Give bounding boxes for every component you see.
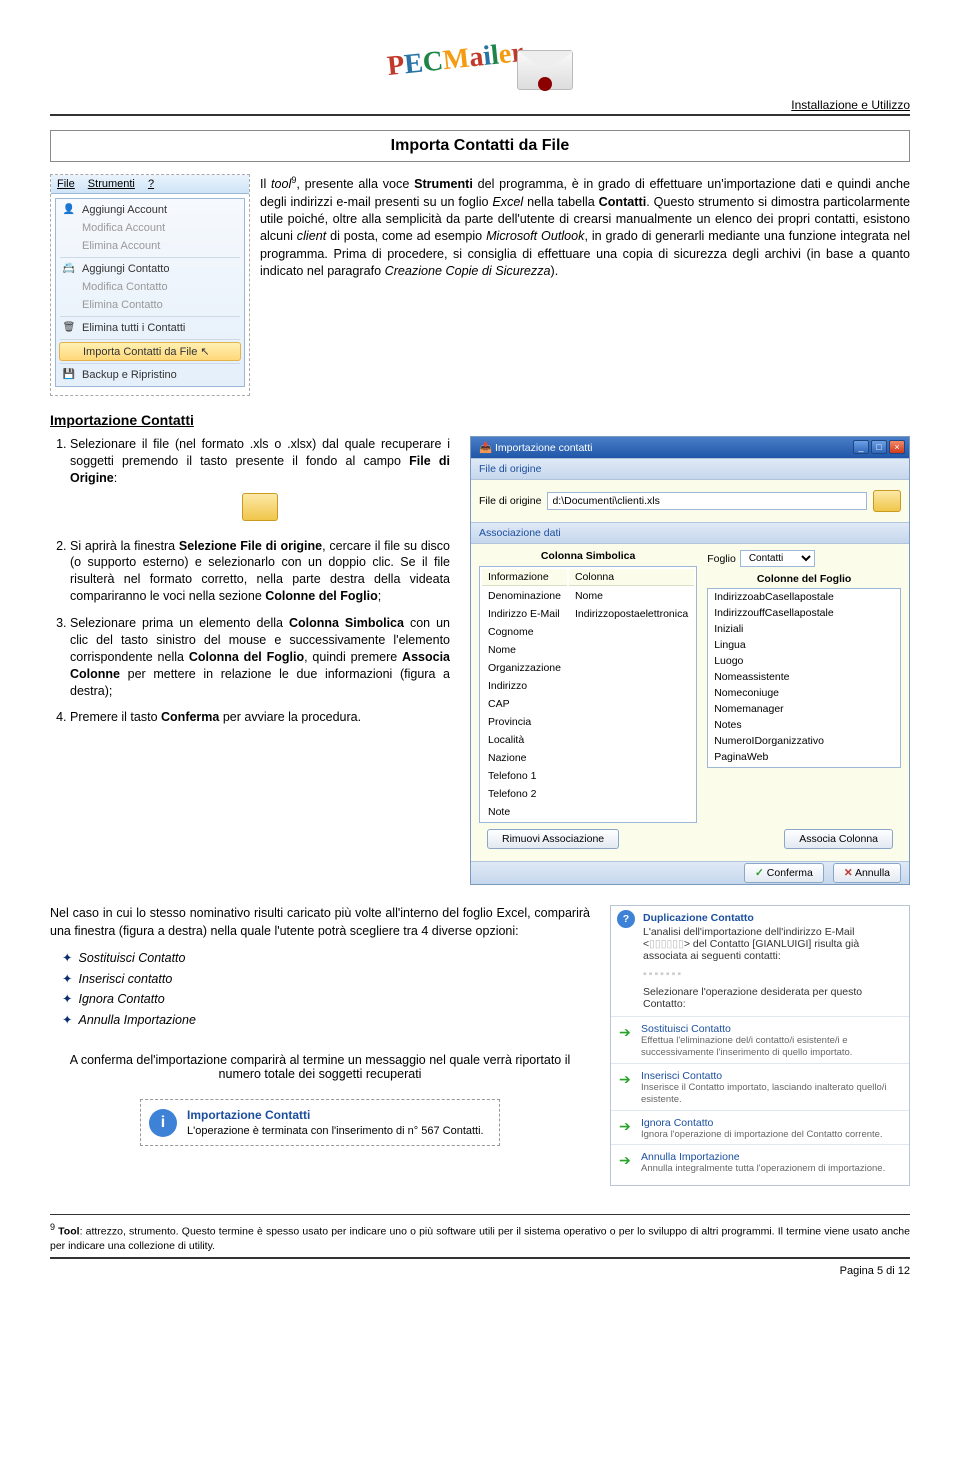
- step-1: Selezionare il file (nel formato .xls o …: [70, 436, 450, 526]
- foglio-select[interactable]: Contatti: [740, 550, 815, 567]
- confirmation-text: A conferma del'importazione comparirà al…: [50, 1053, 590, 1081]
- section-associazione: Associazione dati: [471, 522, 909, 544]
- section-file-origine: File di origine: [471, 458, 909, 480]
- import-dialog: 📥 Importazione contatti _ □ × File di or…: [470, 436, 910, 885]
- file-origine-input[interactable]: [547, 492, 867, 510]
- header-rule: [50, 114, 910, 116]
- arrow-icon: ➔: [619, 1152, 631, 1169]
- info-icon: i: [149, 1109, 177, 1137]
- columns-list[interactable]: IndirizzoabCasellapostale IndirizzouffCa…: [707, 588, 901, 768]
- associa-button[interactable]: Associa Colonna: [784, 829, 893, 849]
- annulla-button[interactable]: ✕ Annulla: [833, 863, 901, 883]
- arrow-icon: ➔: [619, 1024, 631, 1041]
- page-title: Importa Contatti da File: [50, 130, 910, 162]
- dialog-titlebar: 📥 Importazione contatti _ □ ×: [471, 437, 909, 458]
- step-2: Si aprirà la finestra Selezione File di …: [70, 538, 450, 606]
- import-complete-popup: i Importazione Contatti L'operazione è t…: [140, 1099, 500, 1146]
- envelope-icon: [517, 50, 573, 90]
- dup-contact-blur: ▪▪▪▪▪▪▪: [611, 968, 909, 980]
- menubar-strumenti: Strumenti: [88, 178, 135, 190]
- mapping-table[interactable]: InformazioneColonna DenominazioneNome In…: [479, 566, 697, 823]
- arrow-icon: ➔: [619, 1071, 631, 1088]
- opt-sostituisci[interactable]: ➔Sostituisci ContattoEffettua l'eliminaz…: [611, 1016, 909, 1063]
- rimuovi-button[interactable]: Rimuovi Associazione: [487, 829, 619, 849]
- browse-button[interactable]: [873, 490, 901, 512]
- page-number: Pagina 5 di 12: [50, 1265, 910, 1277]
- menubar-help: ?: [148, 178, 154, 190]
- dup-desc: L'analisi dell'importazione dell'indiriz…: [611, 926, 909, 968]
- colonna-simbolica-label: Colonna Simbolica: [479, 550, 697, 562]
- close-button[interactable]: ×: [889, 440, 905, 454]
- opt-ignora[interactable]: ➔Ignora ContattoIgnora l'operazione di i…: [611, 1110, 909, 1145]
- header-right: Installazione e Utilizzo: [50, 98, 910, 112]
- check-icon: ✓: [755, 867, 764, 879]
- folder-icon: [70, 493, 450, 526]
- duplication-dialog: ?Duplicazione Contatto L'analisi dell'im…: [610, 905, 910, 1186]
- menu-import-contacts: Importa Contatti da File ↖: [59, 342, 241, 361]
- menubar-file: File: [57, 178, 75, 190]
- foglio-label: Foglio: [707, 553, 736, 565]
- minimize-button[interactable]: _: [853, 440, 869, 454]
- dup-paragraph: Nel caso in cui lo stesso nominativo ris…: [50, 905, 590, 940]
- question-icon: ?: [617, 910, 635, 928]
- logo: PECMailer: [50, 40, 910, 90]
- maximize-button[interactable]: □: [871, 440, 887, 454]
- cursor-icon: ↖: [200, 346, 209, 358]
- opt-annulla[interactable]: ➔Annulla ImportazioneAnnulla integralmen…: [611, 1144, 909, 1179]
- arrow-icon: ➔: [619, 1118, 631, 1135]
- file-origine-label: File di origine: [479, 495, 541, 507]
- cross-icon: ✕: [844, 867, 853, 879]
- dialog-icon: 📥: [479, 442, 495, 454]
- opt-inserisci[interactable]: ➔Inserisci ContattoInserisce il Contatto…: [611, 1063, 909, 1110]
- step-4: Premere il tasto Conferma per avviare la…: [70, 709, 450, 726]
- footnote: 9 Tool: attrezzo, strumento. Questo term…: [50, 1214, 910, 1253]
- step-3: Selezionare prima un elemento della Colo…: [70, 615, 450, 699]
- dup-prompt: Selezionare l'operazione desiderata per …: [611, 986, 909, 1016]
- subheading-importazione: Importazione Contatti: [50, 412, 910, 428]
- dropdown-menu: 👤Aggiungi Account Modifica Account Elimi…: [55, 198, 245, 387]
- colonne-foglio-label: Colonne del Foglio: [707, 573, 901, 585]
- options-list: ✦Sostituisci Contatto ✦Inserisci contatt…: [62, 950, 590, 1029]
- menu-screenshot: File Strumenti ? 👤Aggiungi Account Modif…: [50, 174, 250, 396]
- conferma-button[interactable]: ✓ Conferma: [744, 863, 824, 883]
